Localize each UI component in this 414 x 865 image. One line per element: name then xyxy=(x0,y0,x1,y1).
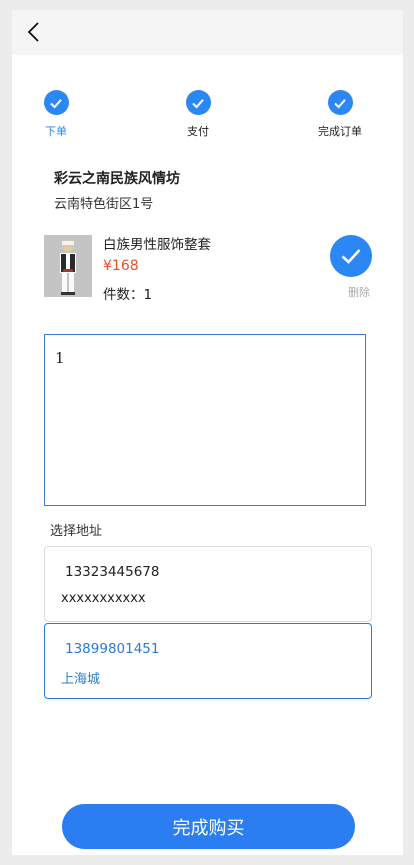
step-pay: 支付 xyxy=(158,90,238,139)
check-icon xyxy=(327,90,353,115)
step-label: 完成订单 xyxy=(318,125,362,138)
product-image xyxy=(44,235,92,297)
check-icon xyxy=(185,90,211,115)
shop-name: 彩云之南民族风情坊 xyxy=(54,171,180,187)
step-order: 下单 xyxy=(16,90,96,139)
address-phone: 13323445678 xyxy=(65,564,160,580)
top-bar xyxy=(12,10,403,55)
back-icon[interactable] xyxy=(22,19,48,45)
delete-button[interactable]: 删除 xyxy=(348,284,370,300)
product-name: 白族男性服饰整套 xyxy=(103,237,211,253)
check-icon xyxy=(43,90,69,115)
select-check-icon[interactable] xyxy=(330,235,372,277)
shop-address: 云南特色街区1号 xyxy=(54,197,154,212)
address-option[interactable]: 13323445678 xxxxxxxxxxx xyxy=(44,546,372,622)
note-textarea[interactable]: 1 xyxy=(44,334,366,506)
address-phone: 13899801451 xyxy=(65,641,160,657)
step-label: 支付 xyxy=(187,125,209,138)
step-complete: 完成订单 xyxy=(300,90,380,139)
complete-purchase-button[interactable]: 完成购买 xyxy=(62,804,355,849)
address-section-title: 选择地址 xyxy=(50,524,103,539)
address-text: 上海城 xyxy=(61,672,101,687)
phone-screen: 下单 支付 完成订单 彩云之南民族风情坊 云南特色街区1号 白族男性服饰整套 ¥… xyxy=(12,10,403,855)
address-text: xxxxxxxxxxx xyxy=(61,591,146,606)
product-price: ¥168 xyxy=(103,258,139,274)
address-option-selected[interactable]: 13899801451 上海城 xyxy=(44,623,372,699)
product-quantity: 件数：1 xyxy=(103,287,153,303)
step-label: 下单 xyxy=(45,125,67,138)
